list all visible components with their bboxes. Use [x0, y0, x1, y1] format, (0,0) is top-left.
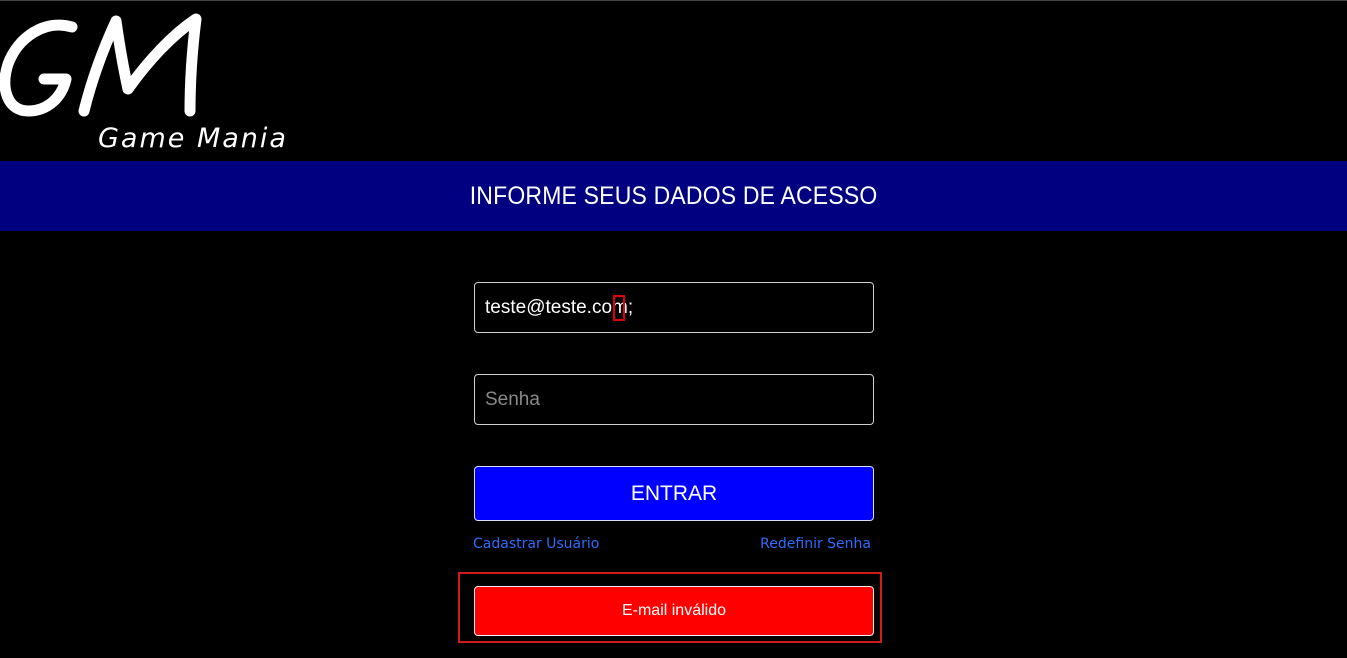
login-page: Game Mania INFORME SEUS DADOS DE ACESSO …	[0, 0, 1347, 658]
email-input[interactable]	[474, 282, 874, 333]
page-title: INFORME SEUS DADOS DE ACESSO	[469, 181, 878, 210]
register-user-link[interactable]: Cadastrar Usuário	[473, 536, 599, 552]
game-mania-logo: Game Mania	[0, 9, 300, 154]
logo-subtitle: Game Mania	[98, 123, 288, 154]
access-banner: INFORME SEUS DADOS DE ACESSO	[0, 161, 1347, 231]
password-input[interactable]	[474, 374, 874, 425]
error-message: E-mail inválido	[621, 602, 727, 619]
login-button[interactable]: ENTRAR	[474, 466, 874, 521]
reset-password-link[interactable]: Redefinir Senha	[760, 536, 871, 552]
error-alert: E-mail inválido	[474, 586, 874, 636]
